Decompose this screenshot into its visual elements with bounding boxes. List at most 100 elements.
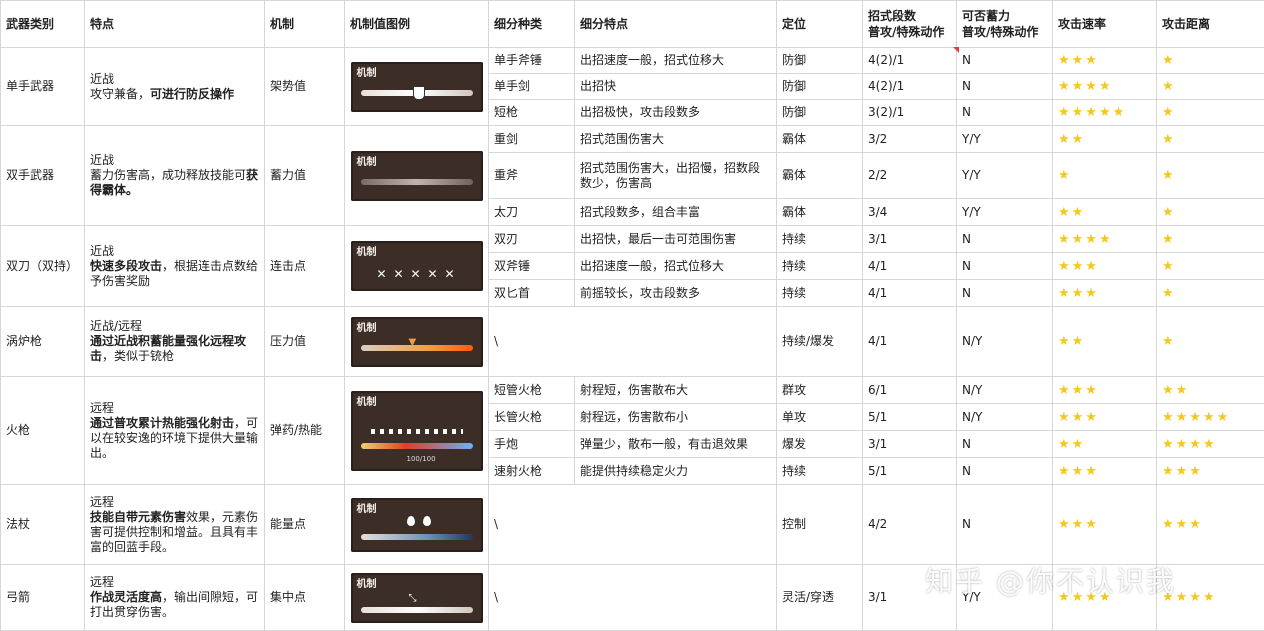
panel-label: 机制 (356, 247, 377, 258)
mechanic-panel: 机制 (350, 61, 483, 112)
attack-range-cell: ★★★★★ (1156, 403, 1264, 431)
feature-text: 蓄力伤害高，成功释放技能可 (90, 168, 247, 182)
role-cell: 防御 (776, 47, 863, 74)
attack-speed-cell: ★★★★ (1052, 73, 1157, 100)
attack-speed-stars: ★★★ (1058, 53, 1099, 68)
attack-speed-stars: ★★★ (1058, 463, 1099, 479)
charge-cell: Y/Y (956, 152, 1053, 199)
mechanic-panel: 机制 (350, 497, 483, 552)
feature-bold: 技能自带元素伤害 (90, 509, 187, 524)
weapon-type-cell: 单手武器 (0, 47, 85, 126)
gauge-bar (360, 606, 473, 613)
combo-cell: 2/2 (862, 152, 957, 199)
subtype-cell: 单手剑 (488, 73, 575, 100)
gauge-bar (360, 178, 473, 185)
attack-range-cell: ★ (1156, 306, 1264, 377)
mechanic-panel: 机制 100/100 (350, 390, 483, 471)
subtype-cell: 双匕首 (488, 279, 575, 307)
feature-bold: 可进行防反操作 (150, 86, 235, 101)
table-row: 法杖 远程 技能自带元素伤害效果，元素伤害可提供控制和增益。且具有丰富的回蓝手段。能… (0, 484, 1264, 565)
table-row: 单手武器 近战 攻守兼备，可进行防反操作 架势值 机制 单手斧锤 出招速度一般，招式位移大防… (0, 47, 1264, 126)
subtype-cell: 长管火枪 (488, 403, 575, 431)
subtype-feature-cell: 招式范围伤害大 (574, 125, 777, 153)
mechanic-panel: 机制 (350, 150, 483, 201)
charge-cell: N (956, 457, 1053, 485)
role-cell: 霸体 (776, 198, 863, 226)
subtype-feature-cell: 射程远，伤害散布小 (574, 403, 777, 431)
weapon-type-cell: 弓箭 (0, 564, 85, 631)
attack-speed-stars: ★★★ (1058, 382, 1099, 398)
header-mechanic-example: 机制值图例 (344, 0, 489, 48)
weapon-type-cell: 双手武器 (0, 125, 85, 226)
subtype-cell: 双刃 (488, 225, 575, 253)
feature-bold: 作战灵活度高 (90, 590, 163, 604)
attack-speed-cell: ★★ (1052, 198, 1157, 226)
attack-range-cell: ★ (1156, 252, 1264, 280)
role-cell: 爆发 (776, 430, 863, 458)
subtype-cell: 双斧锤 (488, 252, 575, 280)
combo-cell: 3/4 (862, 198, 957, 226)
attack-range-cell: ★ (1156, 198, 1264, 226)
mechanic-panel: 机制 ⤡ (350, 572, 483, 623)
attack-speed-stars: ★★ (1058, 436, 1086, 452)
attack-range-stars: ★★★ (1162, 463, 1203, 479)
subtype-feature-cell: 出招速度一般，招式位移大 (574, 252, 777, 280)
subtype-feature-cell: 出招极快，攻击段数多 (574, 99, 777, 126)
mechanic-cell: 弹药/热能 (264, 376, 345, 485)
subtype-cell: 速射火枪 (488, 457, 575, 485)
attack-range-cell: ★ (1156, 152, 1264, 199)
attack-range-stars: ★ (1162, 231, 1176, 247)
header-subtype: 细分种类 (488, 0, 575, 48)
attack-speed-stars: ★★★★ (1058, 231, 1113, 247)
table-row: 双刀（双持） 近战 快速多段攻击，根据连击点数给予伤害奖励 连击点 机制 ✕ ✕ ✕ ✕ ✕ 双刃出… (0, 225, 1264, 307)
charge-cell: N (956, 73, 1053, 100)
table-body: 单手武器 近战 攻守兼备，可进行防反操作 架势值 机制 单手斧锤 出招速度一般，招式位移大防… (0, 47, 1264, 631)
attack-range-cell: ★★★★ (1156, 430, 1264, 458)
attack-range-stars: ★★ (1162, 382, 1190, 398)
feature-tail: ，类似于铳枪 (102, 349, 175, 363)
header-charge-line1: 可否蓄力 (962, 9, 1011, 23)
combo-cell: 5/1 (862, 403, 957, 431)
header-mechanic: 机制 (264, 0, 345, 48)
feature-line: 近战 (90, 243, 115, 258)
ammo-readout: 100/100 (406, 454, 436, 463)
attack-range-cell: ★ (1156, 99, 1264, 126)
watermark: 知乎 @你不认识我 (925, 565, 1176, 598)
role-cell: 持续 (776, 457, 863, 485)
role-cell: 霸体 (776, 152, 863, 199)
combo-point-icon: ✕ (410, 267, 421, 281)
role-cell: 单攻 (776, 403, 863, 431)
combo-cell: 4/1 (862, 279, 957, 307)
mechanic-cell: 集中点 (264, 564, 345, 631)
attack-speed-stars: ★★★★ (1058, 79, 1113, 94)
mechanic-example-cell: 机制 (344, 47, 489, 126)
feature-line: 远程 (90, 494, 115, 509)
subtype-cell: \ (488, 484, 777, 565)
charge-cell: N/Y (956, 403, 1053, 431)
role-cell: 群攻 (776, 376, 863, 404)
combo-cell: 4(2)/1 (862, 47, 957, 74)
role-cell: 持续/爆发 (776, 306, 863, 377)
subtype-feature-cell: 招式段数多，组合丰富 (574, 198, 777, 226)
combo-cell: 3/1 (862, 430, 957, 458)
charge-cell: N (956, 279, 1053, 307)
charge-cell: N (956, 99, 1053, 126)
mechanic-example-cell: 机制 100/100 (344, 376, 489, 485)
mechanic-cell: 蓄力值 (264, 125, 345, 226)
role-cell: 持续 (776, 279, 863, 307)
charge-cell: N (956, 252, 1053, 280)
attack-speed-stars: ★★ (1058, 204, 1086, 220)
mechanic-panel: 机制 ✕ ✕ ✕ ✕ ✕ (350, 241, 483, 291)
attack-range-stars: ★ (1162, 131, 1176, 147)
attack-speed-cell: ★★★ (1052, 403, 1157, 431)
attack-range-stars: ★ (1162, 258, 1176, 274)
panel-label: 机制 (356, 156, 377, 168)
attack-range-stars: ★ (1162, 105, 1176, 120)
pressure-marker-icon: ▼ (408, 336, 417, 348)
charge-cell: N (956, 225, 1053, 253)
attack-speed-cell: ★ (1052, 152, 1157, 199)
attack-speed-cell: ★★ (1052, 306, 1157, 377)
combo-cell: 3/2 (862, 125, 957, 153)
energy-point-icon (406, 515, 415, 526)
panel-label: 机制 (356, 396, 377, 408)
